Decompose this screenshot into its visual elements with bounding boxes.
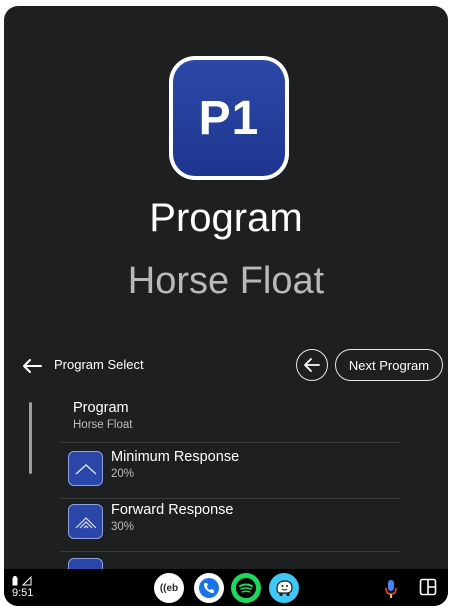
next-program-button[interactable]: Next Program [335, 349, 443, 381]
clock: 9:51 [12, 587, 34, 599]
taskbar: 9:51 ((eb [4, 569, 448, 606]
status-area: 9:51 [12, 574, 33, 600]
item-title: Minimum Response [111, 449, 240, 465]
minimum-response-icon [68, 451, 103, 486]
android-auto-screen: P1 Program Horse Float Program Select Ne… [4, 6, 448, 606]
web-radio-app-icon[interactable]: ((eb [154, 573, 184, 603]
battery-icon [12, 575, 18, 585]
item-subtitle: Horse Float [73, 419, 133, 431]
divider [60, 551, 400, 552]
list-item-program[interactable]: Program Horse Float [60, 397, 400, 443]
header-title: Program Select [54, 357, 144, 372]
forward-response-icon [68, 504, 103, 539]
phone-app-icon[interactable] [194, 573, 224, 603]
microphone-icon[interactable] [384, 579, 398, 599]
dashboard-grid-icon[interactable] [419, 578, 437, 596]
signal-icon [22, 575, 32, 585]
scroll-indicator[interactable] [29, 402, 32, 474]
arrow-left-icon [304, 358, 320, 372]
previous-program-button[interactable] [296, 349, 328, 381]
divider [60, 442, 400, 443]
item-subtitle: 30% [111, 521, 135, 533]
item-title: Forward Response [111, 502, 234, 518]
list-item-forward-response[interactable]: Forward Response 30% [60, 500, 400, 552]
list-item-minimum-response[interactable]: Minimum Response 20% [60, 447, 400, 499]
item-title: Program [73, 400, 129, 416]
item-subtitle: 20% [111, 468, 135, 480]
hero-title: Program [149, 196, 303, 240]
program-badge-label: P1 [173, 60, 285, 176]
back-arrow-icon[interactable] [18, 354, 46, 378]
hero-subtitle: Horse Float [127, 260, 325, 302]
program-badge: P1 [169, 56, 289, 180]
divider [60, 498, 400, 499]
waze-app-icon[interactable] [269, 573, 299, 603]
spotify-app-icon[interactable] [231, 573, 261, 603]
